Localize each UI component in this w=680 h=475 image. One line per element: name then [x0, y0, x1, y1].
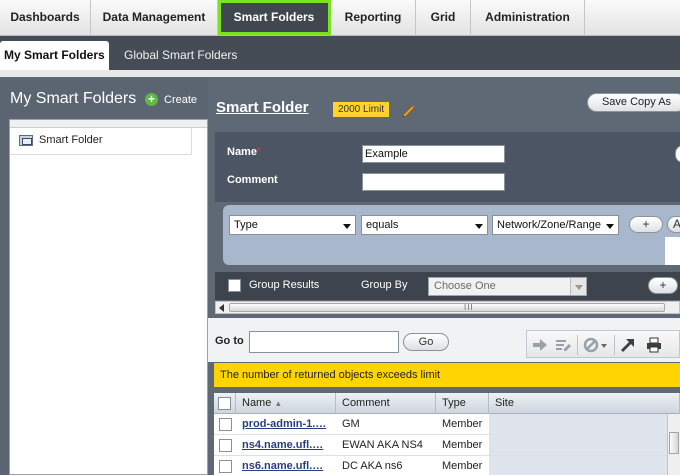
tree-item-label: Smart Folder	[39, 134, 103, 146]
row-type: Member	[442, 418, 483, 430]
subtab-my-smart-folders[interactable]: My Smart Folders	[0, 41, 109, 70]
row-comment: EWAN AKA NS4	[342, 439, 423, 451]
group-by-label: Group By	[361, 279, 408, 291]
subtab-global-smart-folders[interactable]: Global Smart Folders	[120, 41, 241, 70]
toolbar-separator	[614, 335, 615, 355]
group-results-bar: Group Results Group By Choose One +	[215, 272, 680, 300]
limit-warning: The number of returned objects exceeds l…	[214, 363, 680, 387]
column-header-comment[interactable]: Comment	[336, 393, 436, 414]
horizontal-scrollbar[interactable]: III	[215, 301, 680, 314]
print-icon[interactable]	[646, 337, 662, 353]
row-site	[489, 456, 667, 475]
scroll-left-icon[interactable]	[219, 304, 224, 312]
goto-label: Go to	[215, 335, 244, 347]
chevron-down-icon	[343, 224, 351, 229]
table-row[interactable]: ns4.name.ufl.… EWAN AKA NS4 Member	[214, 435, 680, 456]
select-all-header	[214, 393, 236, 414]
edit-list-icon[interactable]	[555, 337, 571, 353]
group-by-select[interactable]: Choose One	[428, 277, 587, 296]
go-button[interactable]: Go	[403, 333, 449, 351]
group-add-button[interactable]: +	[648, 277, 678, 294]
panel-title: My Smart Folders	[10, 90, 137, 107]
results-grid: Name ▲ Comment Type Site prod-admin-1.… …	[214, 393, 680, 475]
row-name-link[interactable]: prod-admin-1.…	[236, 414, 336, 434]
smart-folder-list-panel: My Smart Folders + Create Smart Folder	[0, 77, 208, 475]
scroll-thumb[interactable]: III	[229, 303, 665, 312]
select-all-checkbox[interactable]	[218, 397, 231, 410]
add-filter-button[interactable]: +	[629, 216, 663, 233]
chevron-down-icon[interactable]	[600, 337, 608, 353]
column-header-name[interactable]: Name ▲	[236, 393, 336, 414]
row-name-link[interactable]: ns6.name.ufl.…	[236, 456, 336, 475]
sort-ascending-icon: ▲	[274, 399, 283, 408]
chevron-down-icon	[475, 224, 483, 229]
add-icon[interactable]: +	[145, 93, 158, 106]
filter-side-panel	[665, 237, 680, 265]
row-comment: DC AKA ns6	[342, 460, 403, 472]
open-external-icon[interactable]	[620, 337, 636, 353]
row-comment: GM	[342, 418, 360, 430]
tab-dashboards[interactable]: Dashboards	[0, 0, 91, 35]
filter-field-select[interactable]: Type	[229, 215, 356, 235]
pencil-icon[interactable]	[402, 104, 416, 118]
row-checkbox[interactable]	[219, 460, 232, 473]
folder-form: Name* Example Comment	[215, 132, 680, 202]
disable-icon[interactable]	[583, 337, 599, 353]
grid-toolbar	[526, 330, 680, 358]
tab-administration[interactable]: Administration	[471, 0, 585, 35]
filter-value-select[interactable]: Network/Zone/Range	[492, 215, 619, 235]
row-checkbox[interactable]	[219, 439, 232, 452]
goto-bar: Go to Go	[208, 318, 680, 362]
tab-grid[interactable]: Grid	[416, 0, 471, 35]
vertical-scrollbar[interactable]	[667, 414, 680, 475]
chevron-down-icon	[570, 278, 586, 295]
filter-operator-select[interactable]: equals	[361, 215, 488, 235]
tab-smart-folders[interactable]: Smart Folders	[218, 0, 331, 35]
group-results-label: Group Results	[249, 279, 320, 291]
tree-item-smart-folder[interactable]: Smart Folder	[10, 128, 192, 155]
table-row[interactable]: ns6.name.ufl.… DC AKA ns6 Member	[214, 456, 680, 475]
create-link[interactable]: Create	[164, 94, 197, 106]
header-divider	[0, 70, 680, 77]
folder-tree: Smart Folder	[9, 119, 208, 475]
row-name-link[interactable]: ns4.name.ufl.…	[236, 435, 336, 455]
smart-folder-icon	[19, 135, 33, 146]
chevron-down-icon	[606, 224, 614, 229]
filter-rule: Type equals Network/Zone/Range + A	[223, 205, 680, 265]
column-header-type[interactable]: Type	[436, 393, 489, 414]
row-site	[489, 414, 667, 434]
comment-label: Comment	[227, 174, 278, 186]
limit-badge: 2000 Limit	[333, 102, 390, 117]
column-header-site[interactable]: Site	[489, 393, 680, 414]
tab-reporting[interactable]: Reporting	[331, 0, 416, 35]
row-site	[489, 435, 667, 455]
folder-title[interactable]: Smart Folder	[216, 99, 309, 116]
sub-navigation: My Smart Folders Global Smart Folders	[0, 36, 680, 70]
arrow-right-icon[interactable]	[532, 337, 548, 353]
scroll-thumb[interactable]	[669, 432, 679, 454]
save-copy-as-button[interactable]: Save Copy As	[587, 93, 680, 112]
row-checkbox[interactable]	[219, 418, 232, 431]
tree-header	[10, 120, 207, 128]
table-row[interactable]: prod-admin-1.… GM Member	[214, 414, 680, 435]
name-input[interactable]: Example	[362, 145, 505, 163]
toolbar-separator	[577, 335, 578, 355]
and-button[interactable]: A	[667, 216, 680, 233]
row-type: Member	[442, 439, 483, 451]
smart-folder-editor: Smart Folder 2000 Limit Save Copy As Nam…	[208, 77, 680, 475]
row-type: Member	[442, 460, 483, 472]
group-results-checkbox[interactable]	[228, 279, 241, 292]
goto-input[interactable]	[249, 331, 399, 353]
tab-data-management[interactable]: Data Management	[91, 0, 218, 35]
comment-input[interactable]	[362, 173, 505, 191]
main-navigation: Dashboards Data Management Smart Folders…	[0, 0, 680, 36]
name-label: Name*	[227, 146, 261, 158]
